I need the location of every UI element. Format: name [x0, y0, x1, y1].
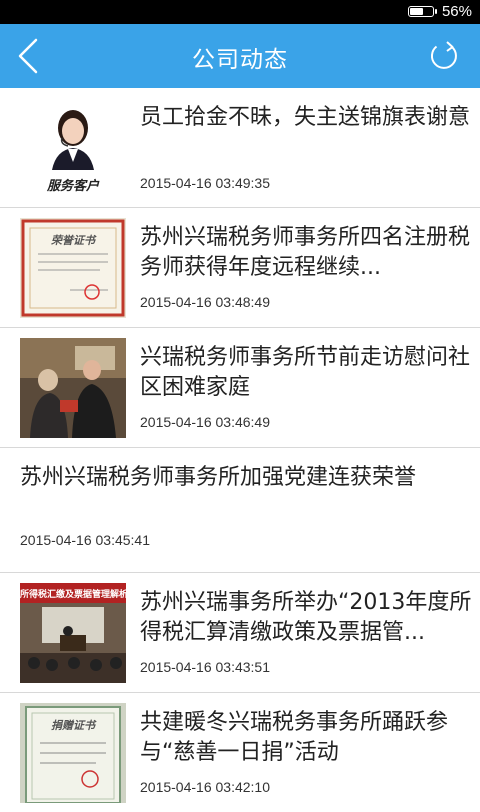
battery-icon	[408, 6, 437, 17]
list-item[interactable]: 捐赠证书 共建暖冬兴瑞税务事务所踊跃参与“慈善一日捐”活动 2015-04-16…	[0, 693, 480, 812]
thumbnail-caption: 荣誉证书	[51, 234, 95, 247]
news-title: 苏州兴瑞税务师事务所加强党建连获荣誉	[20, 465, 417, 490]
list-item[interactable]: 兴瑞税务师事务所节前走访慰问社区困难家庭 2015-04-16 03:46:49	[0, 328, 480, 448]
service-avatar-thumbnail: 服务客户	[20, 98, 126, 198]
refresh-button[interactable]	[426, 38, 462, 74]
status-bar: 56%	[0, 0, 480, 24]
battery-percentage: 56%	[441, 3, 472, 20]
news-timestamp: 2015-04-16 03:43:51	[140, 659, 270, 675]
news-timestamp: 2015-04-16 03:48:49	[140, 294, 270, 310]
news-title: 员工拾金不昧，失主送锦旗表谢意	[140, 105, 471, 130]
news-timestamp: 2015-04-16 03:49:35	[140, 175, 270, 191]
news-title: 苏州兴瑞税务师事务所四名注册税务师获得年度远程继续...	[140, 225, 471, 280]
meeting-photo-thumbnail: 所得税汇缴及票据管理解析	[20, 583, 126, 683]
page-title: 公司动态	[192, 47, 288, 73]
list-item[interactable]: 服务客户 员工拾金不昧，失主送锦旗表谢意 2015-04-16 03:49:35	[0, 88, 480, 208]
news-timestamp: 2015-04-16 03:45:41	[20, 532, 150, 548]
news-title: 兴瑞税务师事务所节前走访慰问社区困难家庭	[140, 345, 471, 400]
refresh-icon	[430, 41, 457, 69]
list-item[interactable]: 苏州兴瑞税务师事务所加强党建连获荣誉 2015-04-16 03:45:41	[0, 448, 480, 573]
news-title: 共建暖冬兴瑞税务事务所踊跃参与“慈善一日捐”活动	[140, 710, 449, 765]
list-item[interactable]: 所得税汇缴及票据管理解析 苏州兴瑞事务所举办“2013年度所得税汇算清缴政策及票…	[0, 573, 480, 693]
donation-certificate-thumbnail: 捐赠证书	[20, 703, 126, 803]
news-title: 苏州兴瑞事务所举办“2013年度所得税汇算清缴政策及票据管...	[140, 590, 472, 645]
news-timestamp: 2015-04-16 03:42:10	[140, 779, 270, 795]
visit-photo-thumbnail	[20, 338, 126, 438]
certificate-thumbnail: 荣誉证书	[20, 218, 126, 318]
news-timestamp: 2015-04-16 03:46:49	[140, 414, 270, 430]
thumbnail-caption: 所得税汇缴及票据管理解析	[20, 590, 126, 600]
thumbnail-caption: 捐赠证书	[51, 719, 95, 732]
nav-bar: 公司动态	[0, 24, 480, 88]
list-item[interactable]: 荣誉证书 苏州兴瑞税务师事务所四名注册税务师获得年度远程继续... 2015-0…	[0, 208, 480, 328]
news-list: 服务客户 员工拾金不昧，失主送锦旗表谢意 2015-04-16 03:49:35…	[0, 88, 480, 812]
thumbnail-caption: 服务客户	[46, 179, 99, 194]
